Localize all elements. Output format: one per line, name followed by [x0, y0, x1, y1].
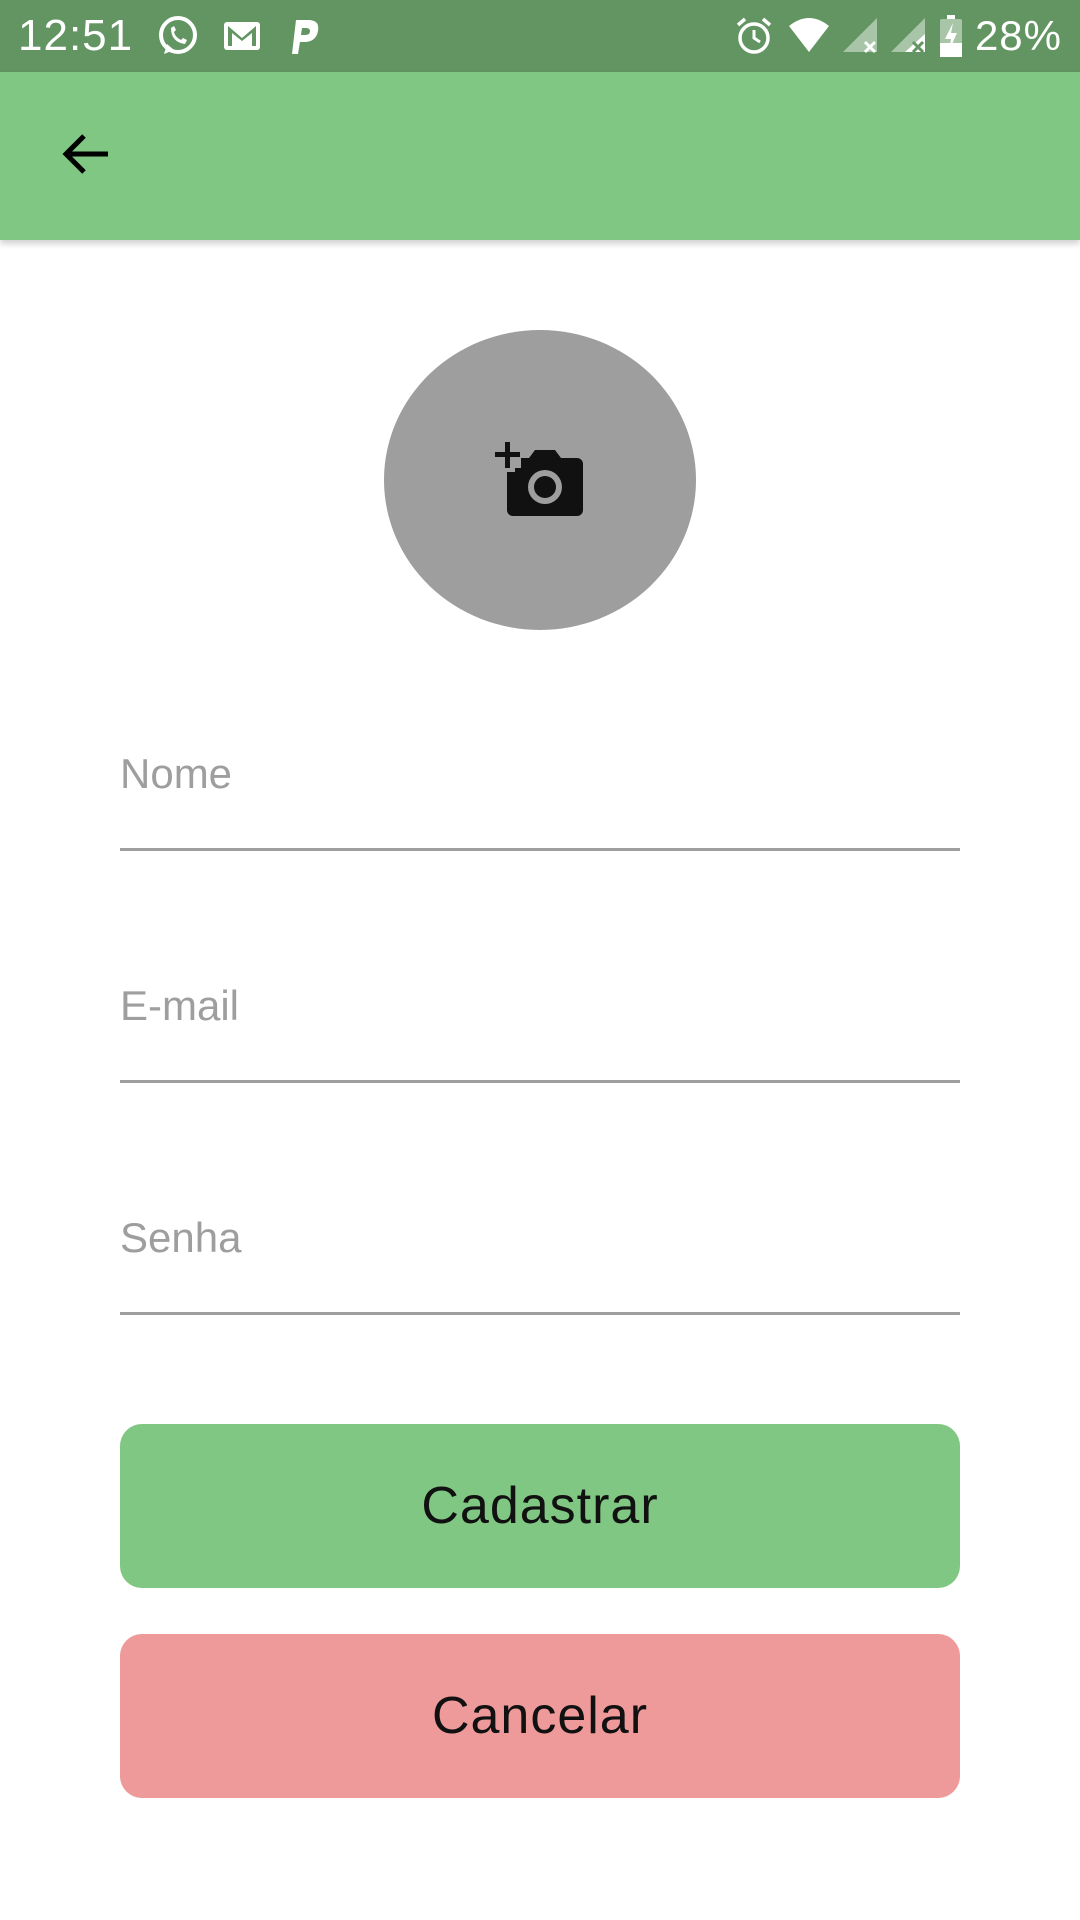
signal-no-sim-icon — [890, 16, 927, 56]
profile-photo-picker[interactable] — [384, 330, 696, 630]
register-button[interactable]: Cadastrar — [120, 1424, 960, 1588]
arrow-back-icon — [58, 126, 114, 182]
back-button[interactable] — [44, 112, 128, 196]
parking-p-icon — [284, 14, 324, 58]
alarm-icon — [733, 15, 775, 57]
battery-percentage: 28% — [974, 12, 1062, 59]
password-field — [120, 1172, 960, 1315]
email-input[interactable] — [120, 982, 960, 1030]
add-a-photo-icon — [495, 440, 585, 520]
battery-charging-icon — [939, 15, 963, 57]
status-notification-icons — [156, 14, 324, 58]
wifi-icon — [787, 16, 831, 56]
status-bar: 12:51 28% — [0, 0, 1080, 72]
name-field — [120, 708, 960, 851]
status-time: 12:51 — [18, 11, 134, 60]
app-bar — [0, 72, 1080, 240]
email-field — [120, 940, 960, 1083]
password-input[interactable] — [120, 1214, 960, 1262]
name-input[interactable] — [120, 750, 960, 798]
gmail-icon — [220, 14, 264, 58]
cancel-button[interactable]: Cancelar — [120, 1634, 960, 1798]
status-system-icons: 28% — [733, 10, 1062, 62]
signal-no-sim-icon — [842, 16, 879, 56]
signup-screen: 12:51 28% Nome E-mail Cadastrar Cancelar — [0, 0, 1080, 1920]
whatsapp-icon — [156, 14, 200, 58]
